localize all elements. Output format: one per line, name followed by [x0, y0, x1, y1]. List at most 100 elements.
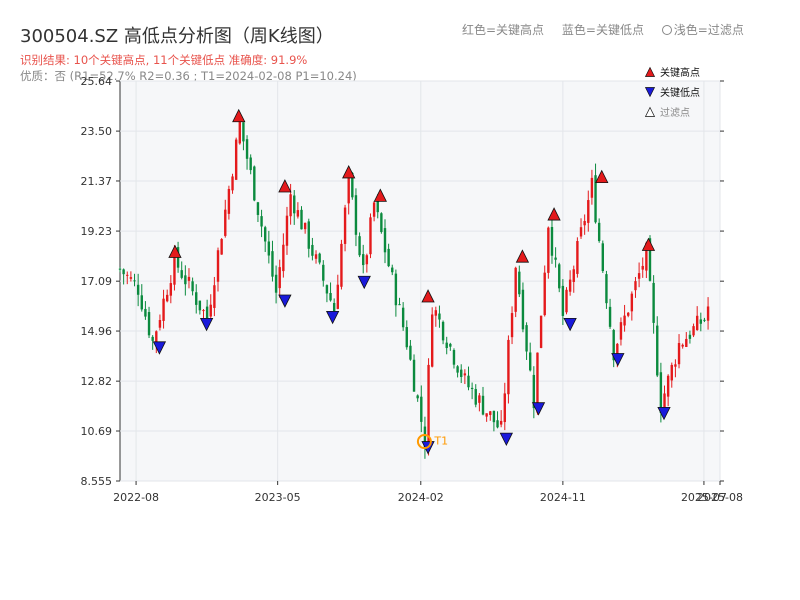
candle-body [597, 222, 601, 242]
candle-body [568, 279, 572, 292]
candle-body [205, 306, 209, 320]
candle-body [518, 271, 521, 295]
candle-body [358, 236, 361, 256]
candle-body [634, 281, 637, 291]
candle-body [452, 350, 456, 365]
candle-body [558, 264, 561, 289]
candle-body [380, 213, 383, 233]
candle-body [126, 274, 129, 276]
candle-body [180, 270, 183, 278]
candle-body [144, 308, 147, 317]
candle-body [438, 313, 441, 320]
candle-body [601, 243, 605, 272]
candle-body [409, 345, 412, 360]
y-tick-label: 12.82 [81, 375, 113, 388]
x-tick-label: 2023-05 [255, 491, 301, 504]
candle-body [136, 284, 140, 295]
candle-body [209, 304, 212, 317]
candle-body [129, 277, 133, 279]
candle-body [463, 373, 467, 376]
candle-body [398, 304, 401, 306]
candle-body [329, 292, 332, 301]
candle-body [470, 387, 474, 390]
candle-body [365, 255, 369, 265]
candle-body [550, 227, 554, 256]
candle-body [231, 176, 234, 191]
candle-body [227, 188, 231, 214]
candle-body [151, 336, 154, 341]
candle-body [336, 284, 340, 309]
candle-body [325, 285, 329, 294]
candle-body [576, 241, 579, 274]
candle-body [162, 298, 165, 321]
candle-body [169, 283, 173, 296]
candle-body [623, 315, 626, 326]
candle-body [695, 315, 699, 331]
candle-body [216, 250, 220, 282]
candle-body [278, 267, 281, 289]
candle-body [282, 244, 285, 272]
x-axis: 2022-08 2023-05 2024-02 2024-11 2025-072025-… [113, 481, 743, 504]
candle-body [514, 267, 517, 312]
candle-body [383, 228, 387, 253]
candle-body [362, 254, 365, 266]
candle-body [525, 325, 528, 352]
candle-body [510, 313, 514, 338]
candle-body [666, 375, 670, 397]
candle-body [507, 339, 510, 395]
candle-body [187, 276, 191, 281]
candle-body [572, 269, 575, 282]
candle-body [318, 253, 321, 263]
candle-body [245, 139, 249, 159]
candle-body [499, 420, 503, 425]
candle-body [213, 285, 216, 308]
candle-body [285, 215, 289, 246]
candle-body [260, 216, 263, 227]
candle-body [249, 157, 252, 171]
candle-body [674, 364, 677, 367]
candle-body [198, 300, 202, 311]
y-tick-label: 19.23 [81, 225, 113, 238]
candle-body [441, 321, 445, 341]
candle-body [140, 295, 143, 310]
candle-body [521, 289, 525, 330]
candle-body [242, 122, 245, 142]
candle-body [195, 292, 198, 305]
candle-body [641, 265, 644, 270]
candle-body [420, 396, 423, 422]
t1-label: T1 [433, 435, 448, 448]
candle-body [202, 310, 205, 312]
candle-body [579, 227, 583, 237]
candle-body [492, 410, 496, 423]
candle-body [460, 369, 463, 377]
candle-body [637, 273, 641, 279]
y-tick-label: 25.64 [81, 75, 113, 88]
candlestick-chart: 25.64 23.50 21.37 19.23 17.09 14.96 12.82 10.69… [81, 66, 743, 504]
candle-body [587, 200, 590, 223]
candle-body [547, 227, 550, 273]
candle-body [703, 319, 706, 321]
candle-body [307, 221, 310, 249]
legend-symbol [644, 66, 656, 77]
x-tick-label: 2024-11 [540, 491, 586, 504]
candle-body [528, 352, 532, 371]
legend-label: 过滤点 [660, 106, 690, 119]
y-tick-label: 14.96 [81, 325, 113, 338]
candle-body [670, 364, 673, 381]
candle-body [478, 395, 481, 403]
candle-body [303, 222, 307, 230]
y-tick-label: 8.555 [81, 475, 113, 488]
candle-body [583, 220, 586, 226]
y-tick-label: 21.37 [81, 175, 113, 188]
candle-body [659, 372, 663, 414]
candle-body [608, 306, 612, 327]
candle-body [449, 343, 452, 347]
candle-body [656, 325, 659, 376]
candle-body [394, 273, 398, 306]
candle-body [467, 375, 470, 388]
y-tick-label: 23.50 [81, 125, 113, 138]
candle-body [692, 326, 695, 336]
candle-body [565, 289, 568, 313]
candle-body [311, 244, 314, 256]
candle-body [340, 243, 343, 287]
